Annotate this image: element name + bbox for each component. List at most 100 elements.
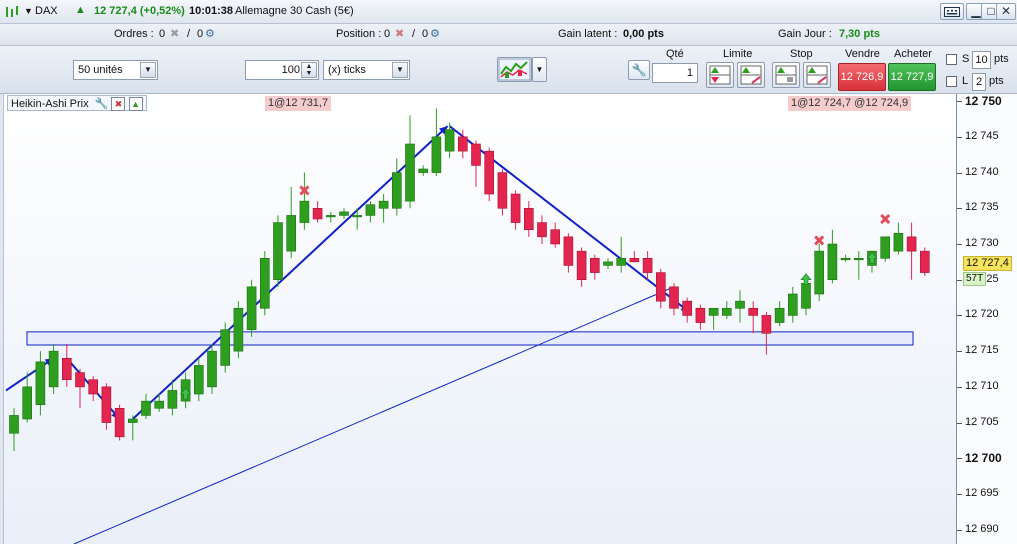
chevron-down-icon[interactable]: ▼ xyxy=(140,62,156,78)
candle[interactable] xyxy=(207,344,217,394)
price-axis[interactable]: 12 75012 74512 74012 73512 73012 72512 7… xyxy=(956,94,1017,544)
cancel-orders-icon[interactable]: ✖ xyxy=(170,27,179,40)
support-zone[interactable] xyxy=(26,331,914,346)
candle[interactable] xyxy=(853,251,864,280)
units-select[interactable]: 50 unités ▼ xyxy=(73,60,158,80)
candle[interactable] xyxy=(563,233,574,273)
candle[interactable] xyxy=(682,297,693,323)
candle[interactable] xyxy=(589,254,600,280)
candle[interactable] xyxy=(629,251,640,263)
stop-sell-button[interactable] xyxy=(803,62,831,88)
candle[interactable] xyxy=(22,372,33,423)
indicator-label[interactable]: Heikin-Ashi Prix 🔧 ✖ ▲ xyxy=(7,95,147,111)
limit-checkbox[interactable] xyxy=(946,76,957,87)
position-settings-icon[interactable]: ⚙ xyxy=(430,27,440,40)
trendline[interactable] xyxy=(73,286,675,544)
chevron-down-icon[interactable]: ▼ xyxy=(392,62,408,78)
stop-distance-input[interactable]: 10 xyxy=(972,51,991,69)
candle[interactable] xyxy=(365,201,376,223)
limit-buy-button[interactable] xyxy=(706,62,734,88)
candle[interactable] xyxy=(88,376,98,402)
candle[interactable] xyxy=(9,408,19,452)
chart-style-button[interactable] xyxy=(497,57,532,82)
candle[interactable] xyxy=(61,344,72,387)
candle[interactable] xyxy=(721,301,732,319)
candle[interactable] xyxy=(114,404,125,441)
trendline[interactable] xyxy=(5,357,55,392)
ticks-select[interactable]: (x) ticks ▼ xyxy=(323,60,410,80)
candle[interactable] xyxy=(312,201,323,223)
chart-style-dropdown[interactable]: ▼ xyxy=(532,57,547,82)
order-pill-left[interactable]: 1@12 731,7 xyxy=(265,96,332,111)
candle[interactable] xyxy=(246,279,257,337)
candle[interactable] xyxy=(695,304,706,330)
candle[interactable] xyxy=(523,201,534,237)
candle[interactable] xyxy=(75,369,85,409)
spinner-icon[interactable]: ▲ ▼ xyxy=(301,62,317,78)
candle[interactable] xyxy=(418,165,429,177)
candle[interactable] xyxy=(352,208,363,230)
remove-indicator-icon[interactable]: ✖ xyxy=(111,97,126,111)
candle[interactable] xyxy=(431,108,442,177)
candle[interactable] xyxy=(141,394,151,419)
close-button[interactable]: ✕ xyxy=(996,3,1016,20)
candle[interactable] xyxy=(339,208,349,219)
stop-buy-button[interactable] xyxy=(772,62,800,88)
candle[interactable] xyxy=(735,290,745,323)
candle[interactable] xyxy=(840,254,851,262)
order-settings-button[interactable]: 🔧 xyxy=(628,60,650,80)
limit-distance-input[interactable]: 2 xyxy=(972,73,986,91)
candle[interactable] xyxy=(774,301,785,327)
candle[interactable] xyxy=(35,351,46,416)
close-position-icon[interactable]: ✖ xyxy=(395,27,404,40)
candle[interactable] xyxy=(537,215,547,244)
candle[interactable] xyxy=(299,172,310,230)
candle[interactable] xyxy=(405,115,415,209)
candle[interactable] xyxy=(510,190,521,230)
drag-grip-icon[interactable] xyxy=(4,6,22,18)
instrument-name[interactable]: DAX xyxy=(35,5,58,17)
instrument-dropdown-icon[interactable]: ▼ xyxy=(24,6,33,16)
candle[interactable] xyxy=(893,222,904,255)
candle[interactable] xyxy=(286,186,297,259)
candle[interactable] xyxy=(484,147,495,202)
candle[interactable] xyxy=(787,286,798,323)
candle[interactable] xyxy=(101,383,112,430)
candle[interactable] xyxy=(259,251,270,316)
candle[interactable] xyxy=(814,244,825,302)
qty-input[interactable]: 1 xyxy=(652,63,698,83)
move-up-icon[interactable]: ▲ xyxy=(128,97,143,111)
candle[interactable] xyxy=(761,311,772,355)
candle[interactable] xyxy=(220,322,230,373)
limit-sell-button[interactable] xyxy=(737,62,765,88)
candle[interactable] xyxy=(919,247,930,277)
keyboard-icon[interactable] xyxy=(940,3,964,20)
candle[interactable] xyxy=(48,344,59,394)
candle[interactable] xyxy=(748,301,759,334)
candle[interactable] xyxy=(616,236,627,273)
candle[interactable] xyxy=(550,222,561,248)
candle[interactable] xyxy=(391,158,402,216)
chart-canvas[interactable] xyxy=(4,94,956,544)
candle[interactable] xyxy=(669,283,679,316)
sell-button[interactable]: 12 726,9 xyxy=(838,63,886,91)
candle[interactable] xyxy=(497,169,508,216)
stop-checkbox[interactable] xyxy=(946,54,957,65)
candle[interactable] xyxy=(128,415,138,441)
candle[interactable] xyxy=(655,269,666,309)
price-chart[interactable]: Heikin-Ashi Prix 🔧 ✖ ▲ 1@12 731,7 1@12 7… xyxy=(3,94,956,544)
wrench-icon[interactable]: 🔧 xyxy=(95,98,109,110)
candle[interactable] xyxy=(194,358,204,402)
orders-settings-icon[interactable]: ⚙ xyxy=(205,27,215,40)
buy-button[interactable]: 12 727,9 xyxy=(888,63,936,91)
trendline[interactable] xyxy=(132,125,449,420)
candle[interactable] xyxy=(378,194,389,223)
candle[interactable] xyxy=(906,222,917,280)
candle[interactable] xyxy=(603,258,613,269)
candle[interactable] xyxy=(576,247,587,287)
candle[interactable] xyxy=(801,279,811,316)
candle[interactable] xyxy=(273,215,283,287)
ticks-value-input[interactable]: 100 ▲ ▼ xyxy=(245,60,319,80)
candle[interactable] xyxy=(642,251,653,280)
candle[interactable] xyxy=(708,307,719,330)
